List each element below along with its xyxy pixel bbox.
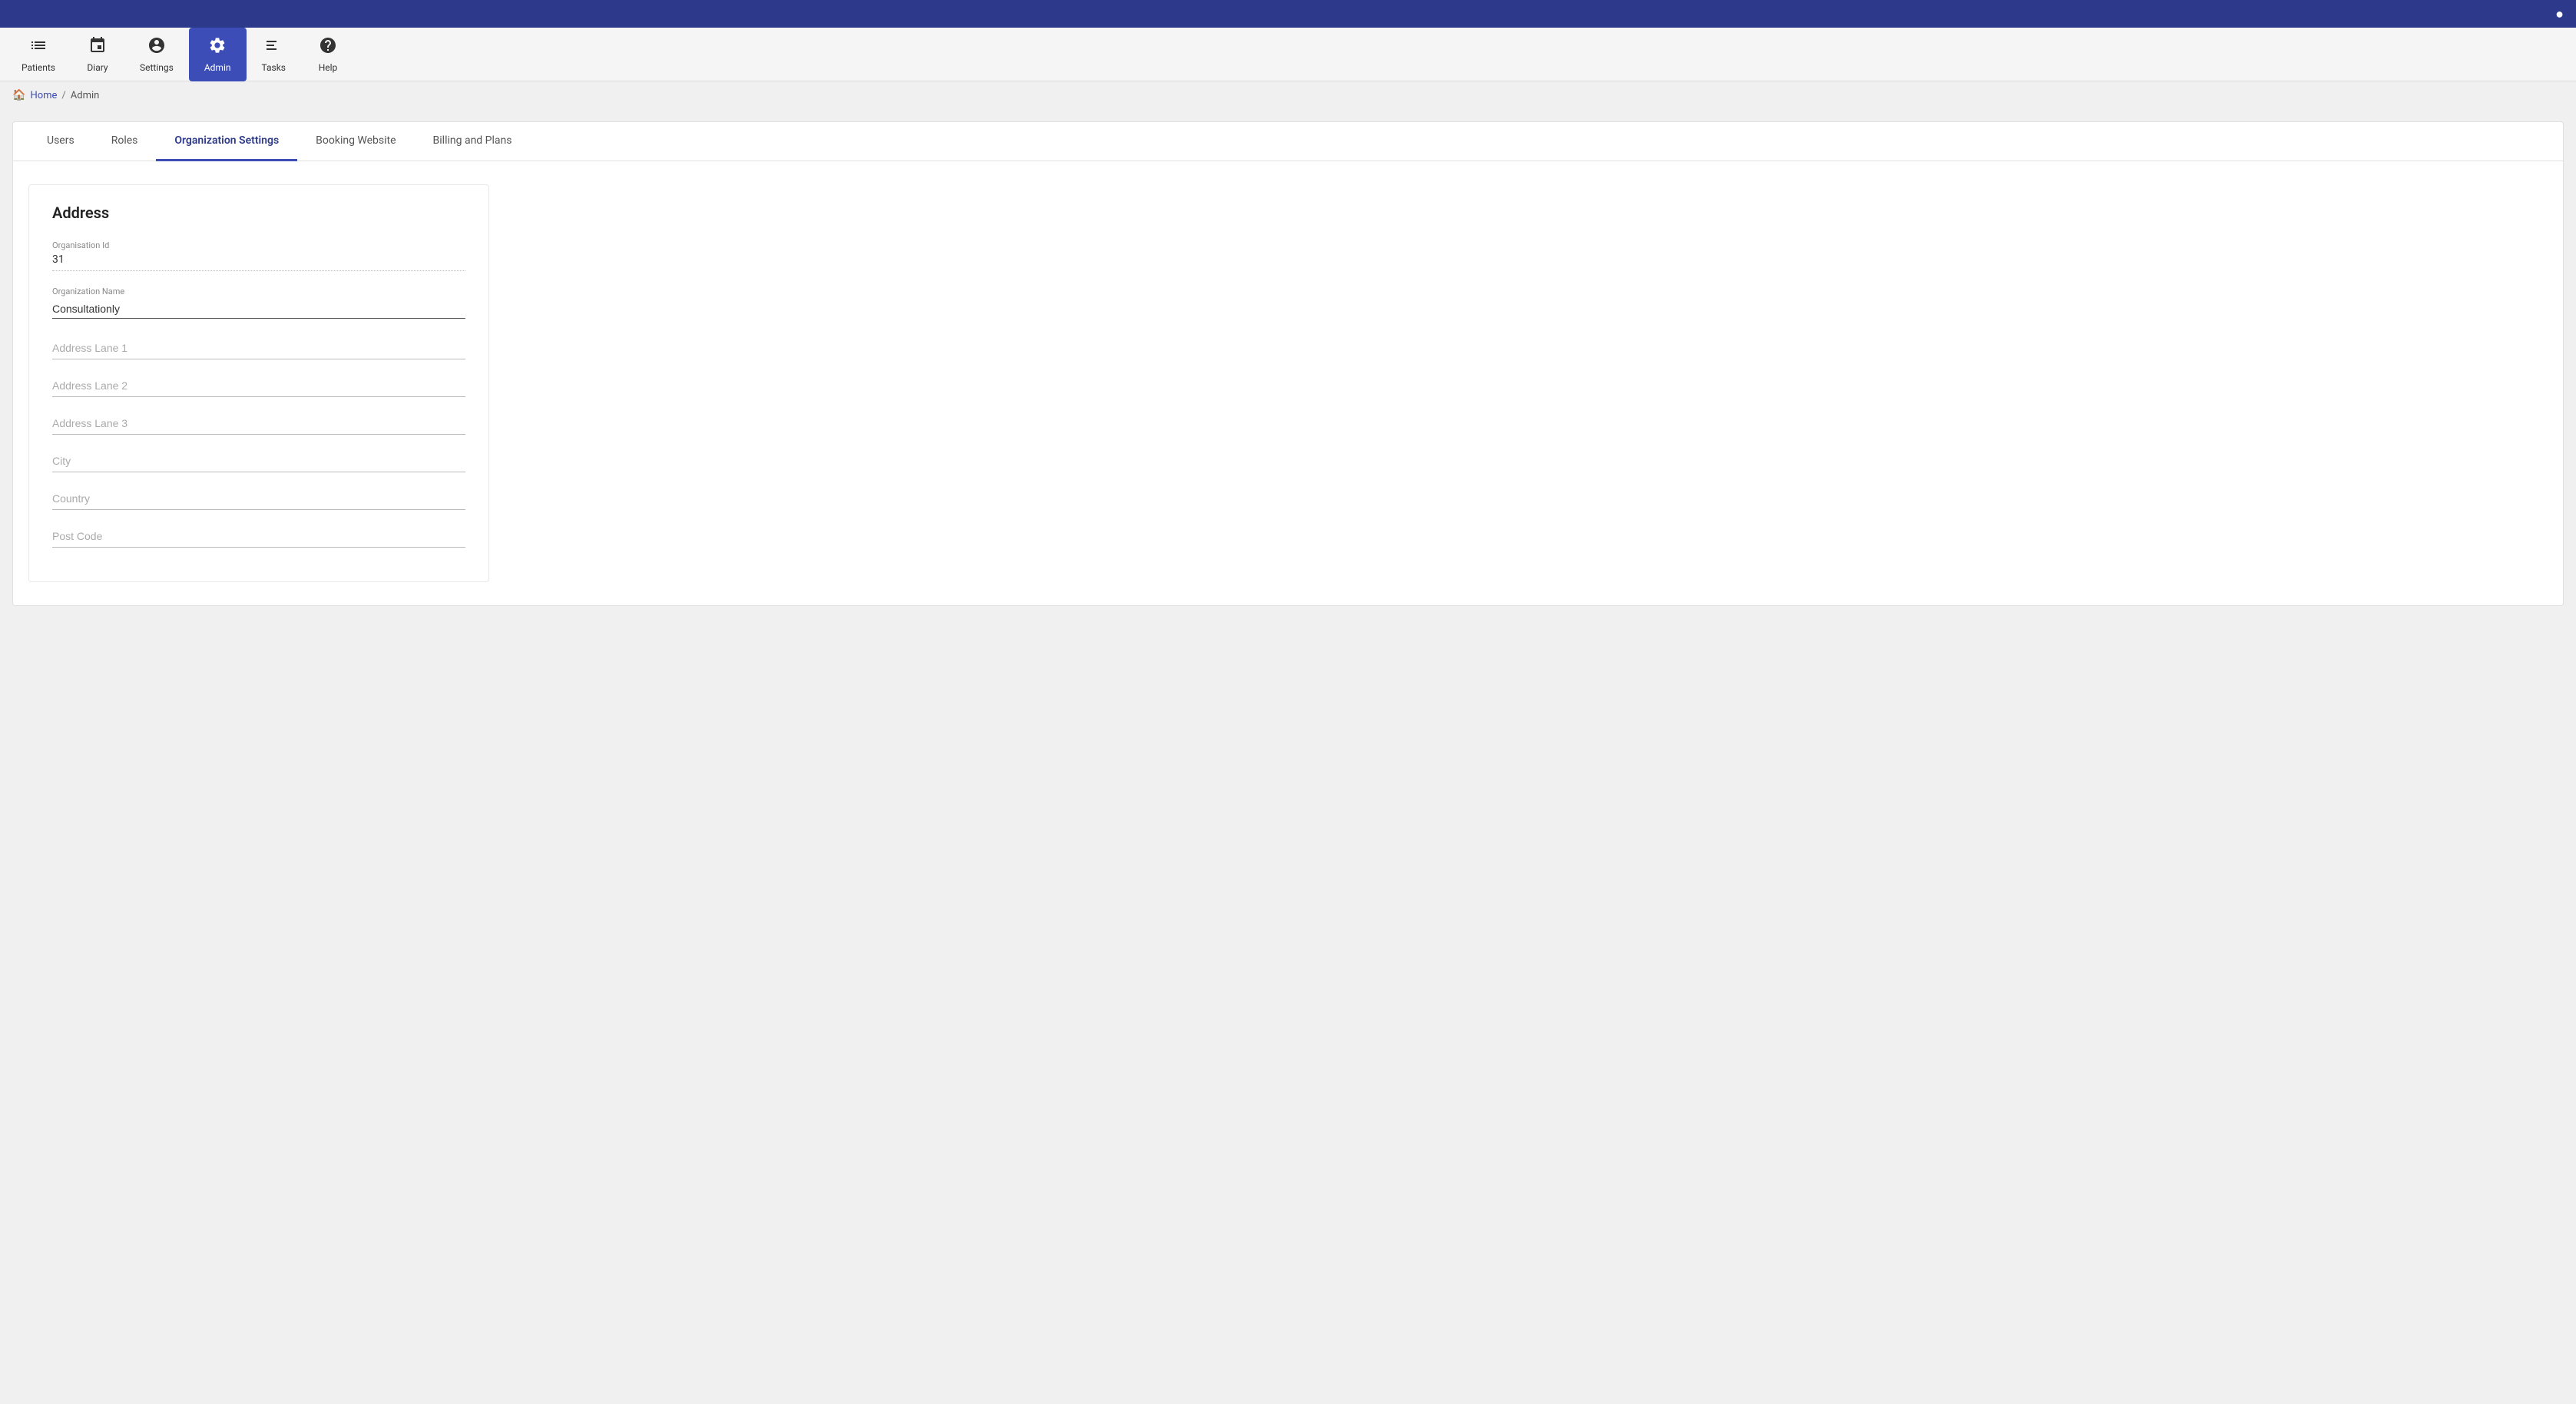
country-field-group <box>52 488 465 510</box>
nav-label-help: Help <box>319 62 338 73</box>
patients-icon <box>29 36 48 59</box>
org-id-value: 31 <box>52 253 465 271</box>
nav-item-settings[interactable]: Settings <box>124 28 189 81</box>
address-lane1-field-group <box>52 337 465 359</box>
org-id-field-group: Organisation Id 31 <box>52 240 465 271</box>
org-name-input[interactable] <box>52 300 465 319</box>
nav-bar: Patients Diary Settings Admin Tasks Help <box>0 28 2576 81</box>
breadcrumb-current: Admin <box>71 90 100 101</box>
breadcrumb-separator: / <box>61 90 65 101</box>
address-lane1-input[interactable] <box>52 337 465 359</box>
help-icon <box>319 36 337 59</box>
tab-roles[interactable]: Roles <box>93 122 157 161</box>
nav-item-patients[interactable]: Patients <box>6 28 71 81</box>
address-lane2-field-group <box>52 375 465 397</box>
country-input[interactable] <box>52 488 465 510</box>
admin-icon <box>208 36 227 59</box>
nav-label-admin: Admin <box>204 62 231 73</box>
nav-label-settings: Settings <box>140 62 174 73</box>
tab-billing-and-plans[interactable]: Billing and Plans <box>415 122 531 161</box>
post-code-field-group <box>52 525 465 548</box>
tab-organization-settings[interactable]: Organization Settings <box>156 122 297 161</box>
user-icon[interactable]: ● <box>2555 6 2564 22</box>
city-field-group <box>52 450 465 472</box>
tasks-icon <box>264 36 283 59</box>
address-title: Address <box>52 204 465 222</box>
home-icon: 🏠 <box>12 89 25 101</box>
nav-label-tasks: Tasks <box>262 62 286 73</box>
org-name-label: Organization Name <box>52 286 465 296</box>
nav-item-help[interactable]: Help <box>301 28 355 81</box>
city-input[interactable] <box>52 450 465 472</box>
nav-item-admin[interactable]: Admin <box>189 28 247 81</box>
address-card: Address Organisation Id 31 Organization … <box>28 184 489 582</box>
org-name-field-group: Organization Name <box>52 286 465 322</box>
nav-label-patients: Patients <box>22 62 55 73</box>
main-content: Users Roles Organization Settings Bookin… <box>0 109 2576 618</box>
nav-item-tasks[interactable]: Tasks <box>247 28 302 81</box>
content-card: Users Roles Organization Settings Bookin… <box>12 121 2564 606</box>
top-bar: ● <box>0 0 2576 28</box>
address-lane3-input[interactable] <box>52 412 465 435</box>
tabs-bar: Users Roles Organization Settings Bookin… <box>13 122 2563 161</box>
breadcrumb-home-link[interactable]: Home <box>30 90 57 101</box>
diary-icon <box>88 36 107 59</box>
tab-booking-website[interactable]: Booking Website <box>297 122 414 161</box>
address-lane2-input[interactable] <box>52 375 465 397</box>
nav-item-diary[interactable]: Diary <box>71 28 124 81</box>
breadcrumb: 🏠 Home / Admin <box>0 81 2576 109</box>
form-area: Address Organisation Id 31 Organization … <box>13 161 2563 605</box>
address-lane3-field-group <box>52 412 465 435</box>
post-code-input[interactable] <box>52 525 465 548</box>
settings-icon <box>147 36 166 59</box>
tab-users[interactable]: Users <box>28 122 93 161</box>
org-id-label: Organisation Id <box>52 240 465 250</box>
nav-label-diary: Diary <box>87 62 108 73</box>
